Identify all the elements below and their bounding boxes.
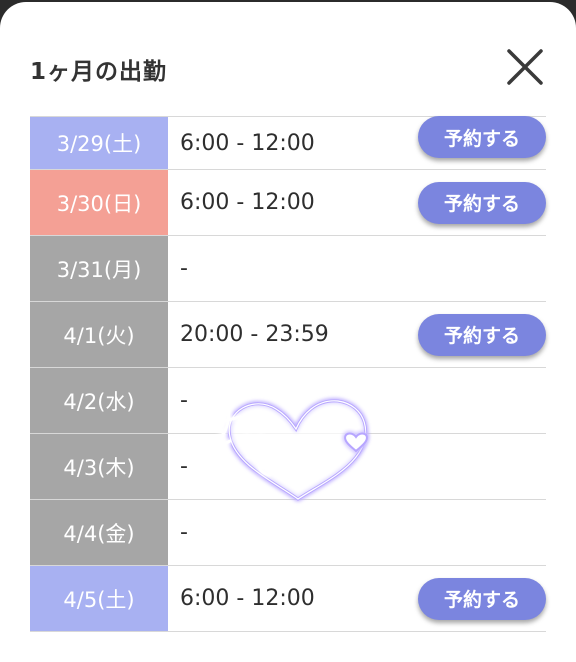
schedule-row: 4/3(木) - — [30, 434, 546, 500]
schedule-row: 4/5(土) 6:00 - 12:00 予約する — [30, 566, 546, 632]
reserve-button[interactable]: 予約する — [418, 116, 546, 158]
date-cell: 4/1(火) — [30, 302, 168, 367]
reserve-button[interactable]: 予約する — [418, 577, 546, 620]
schedule-row: 4/2(水) - — [30, 368, 546, 434]
schedule-row: 3/30(日) 6:00 - 12:00 予約する — [30, 170, 546, 236]
schedule-row: 3/29(土) 6:00 - 12:00 予約する — [30, 116, 546, 170]
schedule-row: 4/4(金) - — [30, 500, 546, 566]
date-cell: 3/29(土) — [30, 117, 168, 169]
reserve-button[interactable]: 予約する — [418, 313, 546, 356]
close-icon — [507, 49, 543, 85]
schedule-row: 3/31(月) - — [30, 236, 546, 302]
shift-time: 6:00 - 12:00 — [180, 190, 315, 215]
date-cell: 4/4(金) — [30, 500, 168, 565]
date-cell: 4/2(水) — [30, 368, 168, 433]
modal-title: 1ヶ月の出勤 — [30, 59, 168, 85]
shift-time: 6:00 - 12:00 — [180, 586, 315, 611]
schedule-modal: 1ヶ月の出勤 3/29(土) 6:00 - 12:00 予約する 3/30(日) 6:0… — [0, 2, 576, 662]
schedule-table: 3/29(土) 6:00 - 12:00 予約する 3/30(日) 6:00 - 12:… — [30, 116, 546, 632]
shift-time: - — [180, 256, 188, 281]
date-cell: 4/3(木) — [30, 434, 168, 499]
date-cell: 4/5(土) — [30, 566, 168, 631]
close-button[interactable] — [500, 42, 550, 92]
reserve-button[interactable]: 予約する — [418, 181, 546, 224]
shift-time: - — [180, 388, 188, 413]
schedule-row: 4/1(火) 20:00 - 23:59 予約する — [30, 302, 546, 368]
shift-time: 6:00 - 12:00 — [180, 130, 315, 156]
date-cell: 3/31(月) — [30, 236, 168, 301]
shift-time: - — [180, 454, 188, 479]
shift-time: - — [180, 520, 188, 545]
shift-time: 20:00 - 23:59 — [180, 322, 329, 347]
date-cell: 3/30(日) — [30, 170, 168, 235]
